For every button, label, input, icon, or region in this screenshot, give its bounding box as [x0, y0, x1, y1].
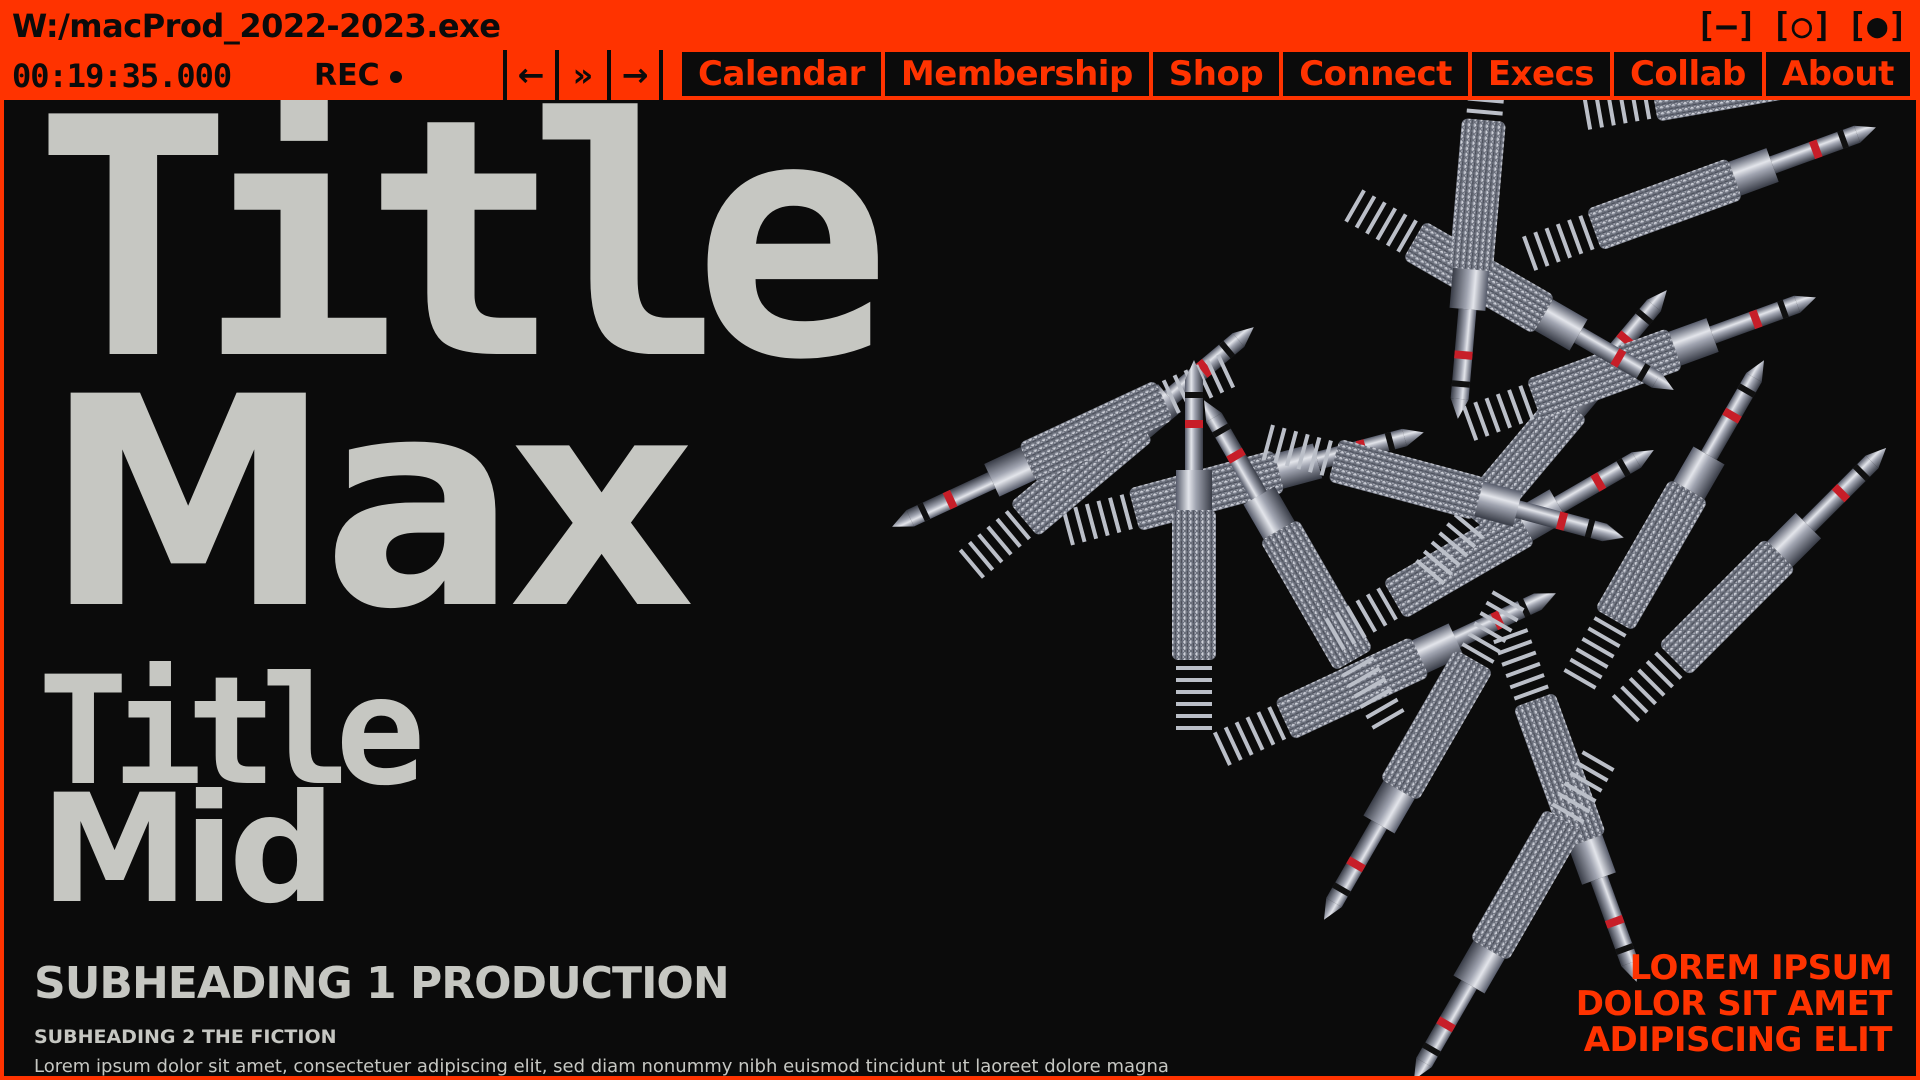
window-controls: [–] [○] [●] — [1696, 4, 1908, 48]
maximize-button[interactable]: [○] — [1771, 6, 1832, 46]
back-button[interactable]: ← — [503, 50, 555, 100]
menu-item-calendar[interactable]: Calendar — [682, 52, 881, 96]
nav-buttons: ← » → — [503, 50, 663, 100]
audio-jack-artwork — [880, 100, 1916, 1076]
title-mid-line2: Mid — [40, 763, 336, 937]
forward-button[interactable]: → — [607, 50, 663, 100]
rec-label: REC — [314, 58, 380, 93]
jack-plug-group — [880, 100, 1916, 1076]
side-tagline: LOREM IPSUM DOLOR SIT AMET ADIPISCING EL… — [1575, 948, 1893, 1060]
side-tagline-line1: LOREM IPSUM — [1629, 948, 1893, 988]
close-button[interactable]: [●] — [1847, 6, 1908, 46]
minimize-button[interactable]: [–] — [1696, 6, 1757, 46]
menu-item-connect[interactable]: Connect — [1283, 52, 1468, 96]
menu-item-membership[interactable]: Membership — [884, 52, 1149, 96]
main-canvas: Title Max Title Mid SUBHEADING 1 PRODUCT… — [4, 100, 1916, 1076]
title-max-line2: Max — [44, 336, 695, 673]
timecode: 00:19:35.000 — [12, 57, 232, 95]
window-title: W:/macProd_2022-2023.exe — [12, 7, 501, 45]
subheading-2: SUBHEADING 2 THE FICTION — [34, 1026, 337, 1048]
rec-dot-icon — [389, 70, 402, 83]
rec-indicator: REC — [314, 54, 402, 98]
body-paragraph: Lorem ipsum dolor sit amet, consectetuer… — [34, 1056, 1169, 1076]
menu-item-execs[interactable]: Execs — [1471, 52, 1610, 96]
menu-item-about[interactable]: About — [1765, 52, 1910, 96]
menu-item-collab[interactable]: Collab — [1613, 52, 1762, 96]
subheading-1: SUBHEADING 1 PRODUCTION — [34, 958, 730, 1009]
skip-button[interactable]: » — [555, 50, 607, 100]
side-tagline-line3: ADIPISCING ELIT — [1583, 1020, 1893, 1060]
app-window: W:/macProd_2022-2023.exe [–] [○] [●] 00:… — [0, 0, 1920, 1080]
main-menu: Calendar Membership Shop Connect Execs C… — [682, 52, 1920, 100]
side-tagline-line2: DOLOR SIT AMET — [1575, 984, 1893, 1024]
menu-item-shop[interactable]: Shop — [1152, 52, 1280, 96]
